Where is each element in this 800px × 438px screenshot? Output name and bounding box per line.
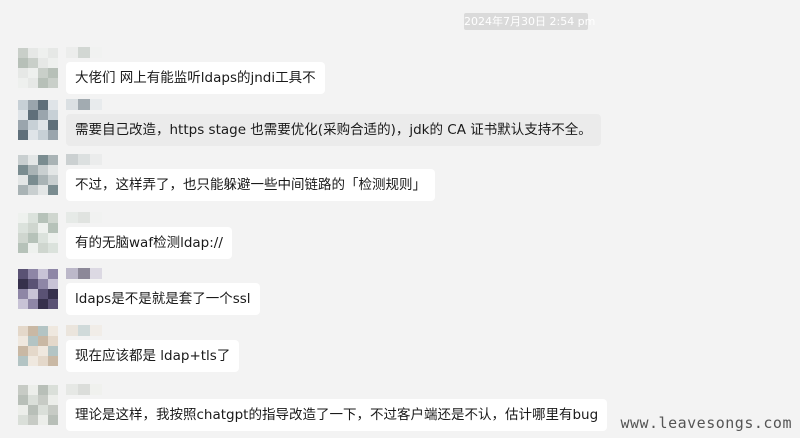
avatar[interactable] [18, 48, 58, 88]
sender-name-blurred [66, 154, 102, 168]
sender-name-blurred [66, 384, 102, 398]
avatar[interactable] [18, 213, 58, 253]
sender-name-blurred [66, 47, 102, 61]
avatar[interactable] [18, 155, 58, 195]
message-bubble[interactable]: 有的无脑waf检测ldap:// [66, 227, 232, 259]
message-bubble[interactable]: 不过，这样弄了，也只能躲避一些中间链路的「检测规则」 [66, 169, 435, 201]
sender-name-blurred [66, 99, 102, 113]
message-bubble[interactable]: ldaps是不是就是套了一个ssl [66, 283, 260, 315]
message-bubble[interactable]: 需要自己改造，https stage 也需要优化(采购合适的)，jdk的 CA … [66, 114, 601, 146]
sender-name-blurred [66, 212, 102, 226]
message-bubble[interactable]: 大佬们 网上有能监听ldaps的jndi工具不 [66, 62, 325, 94]
avatar[interactable] [18, 269, 58, 309]
avatar[interactable] [18, 100, 58, 140]
sender-name-blurred [66, 325, 102, 339]
message-bubble[interactable]: 现在应该都是 ldap+tls了 [66, 340, 240, 372]
avatar[interactable] [18, 385, 58, 425]
chat-window: 2024年7月30日 2:54 pm 大佬们 网上有能监听ldaps的jndi工… [0, 0, 800, 438]
sender-name-blurred [66, 268, 102, 282]
message-bubble[interactable]: 理论是这样，我按照chatgpt的指导改造了一下，不过客户端还是不认，估计哪里有… [66, 399, 608, 431]
watermark: www.leavesongs.com [620, 414, 792, 432]
avatar[interactable] [18, 326, 58, 366]
chat-timestamp: 2024年7月30日 2:54 pm [464, 13, 596, 30]
